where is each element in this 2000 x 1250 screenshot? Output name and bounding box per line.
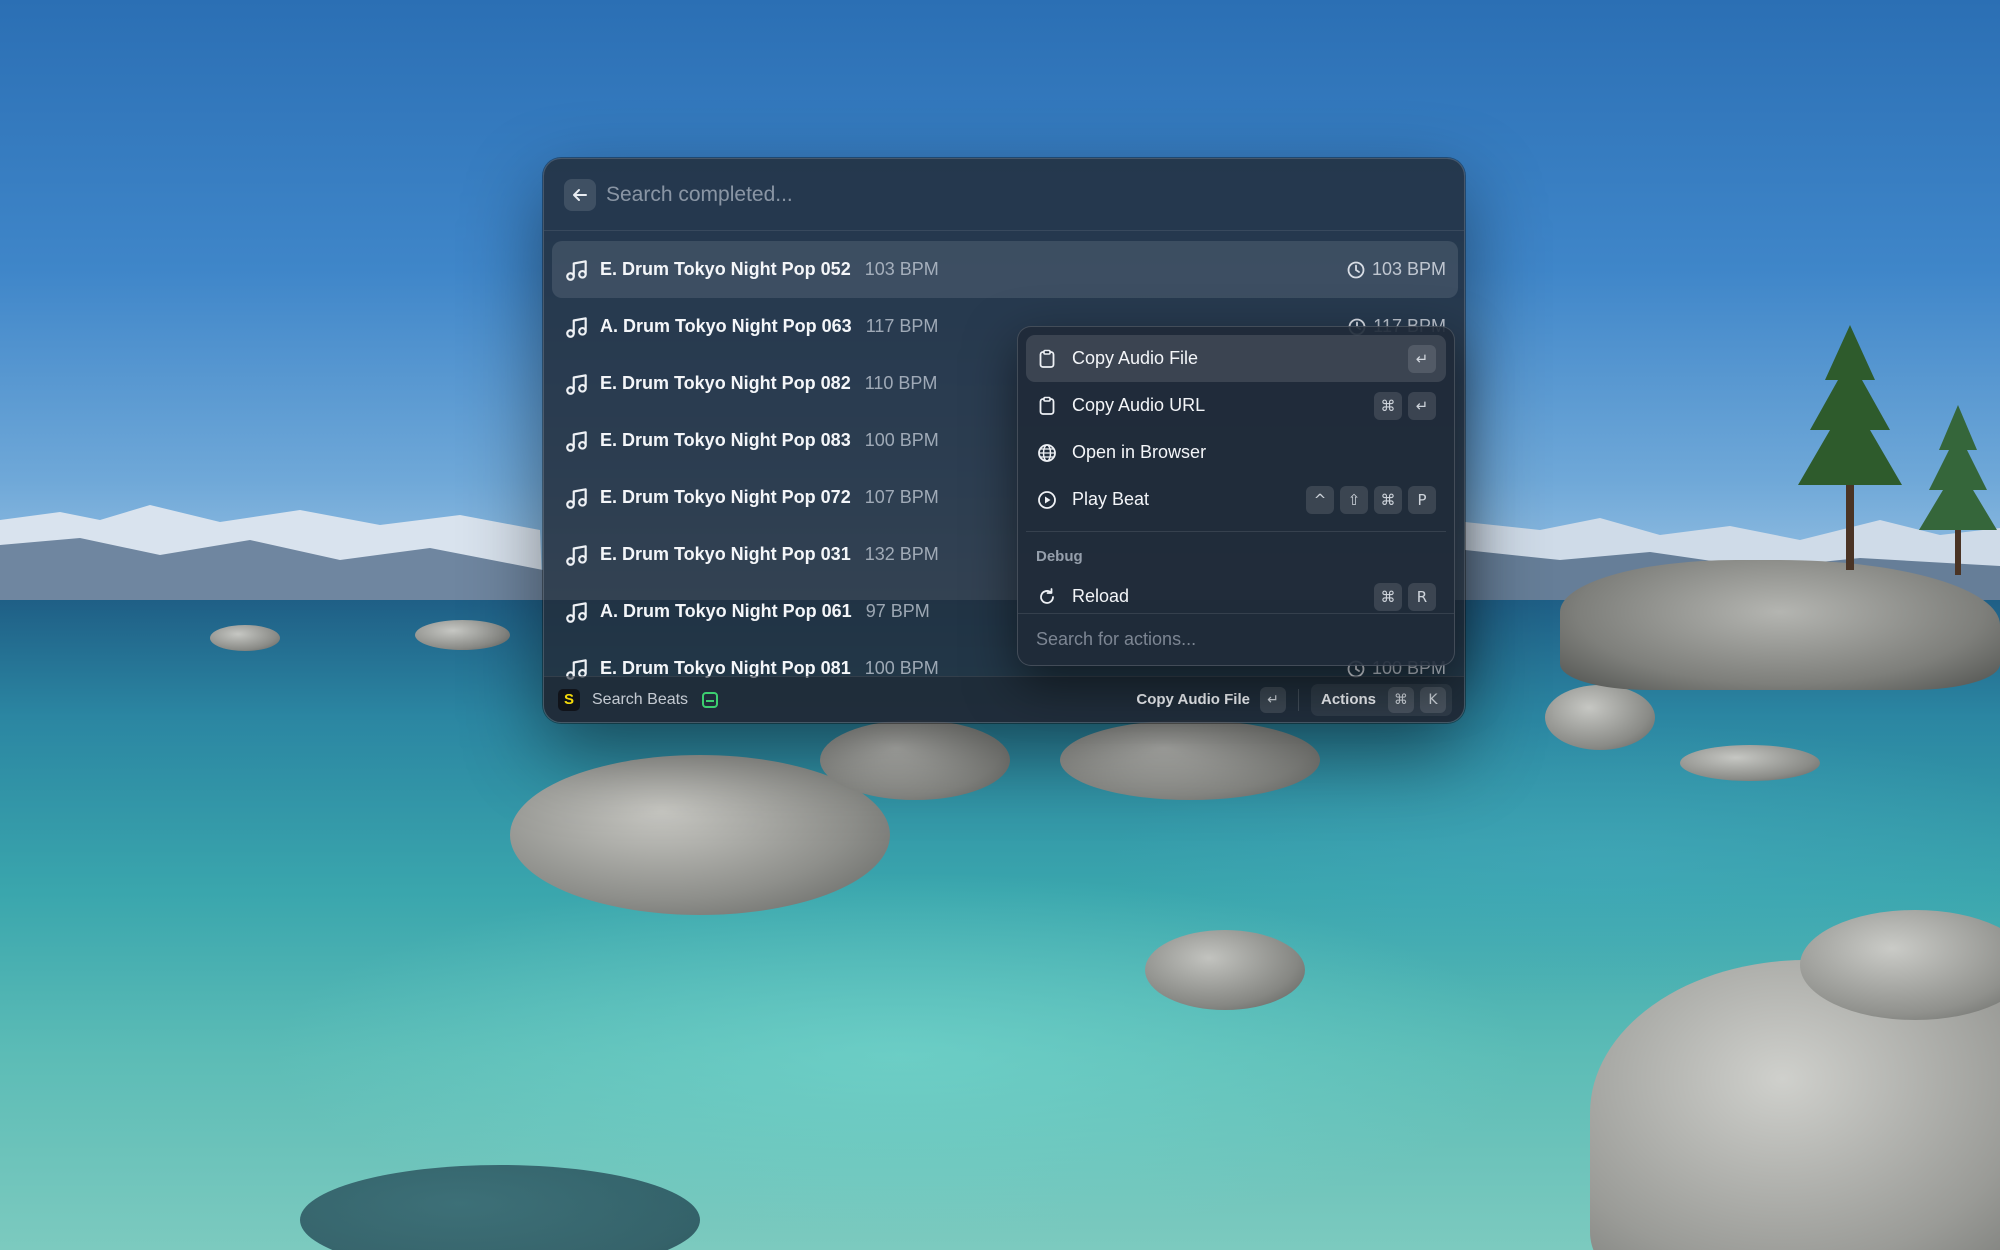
action-item[interactable]: Play Beat ^ ⇧ ⌘ P — [1026, 476, 1446, 523]
arrow-left-icon — [573, 188, 587, 201]
item-title: E. Drum Tokyo Night Pop 072 — [600, 487, 851, 507]
actions-key-cmd: ⌘ — [1388, 686, 1414, 713]
extension-logo: S — [558, 688, 580, 711]
item-title: A. Drum Tokyo Night Pop 061 — [600, 601, 852, 621]
footer-divider — [1297, 688, 1299, 711]
item-subtitle: 117 BPM — [865, 316, 939, 336]
action-search-input[interactable] — [1036, 629, 1454, 650]
item-title: E. Drum Tokyo Night Pop 031 — [600, 544, 851, 564]
item-subtitle: 110 BPM — [864, 373, 938, 393]
music-note-icon — [564, 599, 590, 625]
action-item[interactable]: Copy Audio File ↵ — [1026, 335, 1446, 382]
search-input[interactable] — [606, 182, 1464, 207]
clipboard-icon — [1036, 395, 1058, 417]
item-subtitle: 103 BPM — [864, 259, 939, 279]
shortcut-key: ^ — [1306, 485, 1334, 514]
music-note-icon — [564, 542, 590, 568]
reload-icon — [1036, 586, 1058, 608]
shortcut-key: ⌘ — [1374, 391, 1402, 420]
item-subtitle: 100 BPM — [864, 430, 939, 450]
action-label: Copy Audio URL — [1072, 395, 1206, 415]
back-button[interactable] — [564, 178, 596, 211]
action-label: Open in Browser — [1072, 442, 1207, 462]
item-subtitle: 107 BPM — [864, 487, 939, 507]
action-search-bar — [1018, 613, 1454, 665]
action-panel: Copy Audio File ↵ Copy Audio URL ⌘ ↵ Open in … — [1017, 326, 1455, 666]
action-list: Copy Audio File ↵ Copy Audio URL ⌘ ↵ Open in … — [1026, 335, 1446, 615]
dev-mode-icon — [702, 691, 719, 708]
item-title: E. Drum Tokyo Night Pop 052 — [600, 259, 851, 279]
shortcut-key: R — [1408, 582, 1436, 611]
item-subtitle: 97 BPM — [865, 601, 930, 621]
shortcut-key: ↵ — [1408, 344, 1436, 373]
shortcut-keys: ↵ — [1408, 344, 1436, 373]
wallpaper-rock — [1680, 745, 1820, 781]
wallpaper-rock — [1560, 560, 2000, 690]
action-label: Play Beat — [1072, 489, 1150, 509]
item-accessory: 103 BPM — [1346, 241, 1446, 298]
shortcut-key: ⌘ — [1374, 582, 1402, 611]
wallpaper-rock — [415, 620, 510, 650]
wallpaper-rock — [1060, 720, 1320, 800]
wallpaper-rock — [1545, 685, 1655, 750]
actions-button[interactable]: Actions ⌘ K — [1310, 683, 1452, 716]
primary-action-label[interactable]: Copy Audio File — [1136, 691, 1250, 708]
footer-bar: S Search Beats Copy Audio File ↵ Actions… — [544, 676, 1464, 722]
item-title: E. Drum Tokyo Night Pop 083 — [600, 430, 851, 450]
item-subtitle: 132 BPM — [864, 544, 939, 564]
actions-label: Actions — [1320, 691, 1376, 708]
action-label: Reload — [1072, 586, 1130, 606]
wallpaper-tree — [1798, 325, 1902, 570]
actions-key-k: K — [1420, 686, 1446, 713]
list-item[interactable]: E. Drum Tokyo Night Pop 052 103 BPM 103 BP… — [552, 241, 1458, 298]
wallpaper-tree — [1919, 405, 1997, 575]
extension-name: Search Beats — [592, 690, 689, 708]
music-note-icon — [564, 485, 590, 511]
shortcut-key: ⇧ — [1340, 485, 1368, 514]
shortcut-keys: ^ ⇧ ⌘ P — [1306, 485, 1436, 514]
item-title: E. Drum Tokyo Night Pop 082 — [600, 373, 851, 393]
primary-action-key: ↵ — [1259, 686, 1286, 713]
section-divider — [1026, 531, 1446, 532]
music-note-icon — [564, 428, 590, 454]
shortcut-key: P — [1408, 485, 1436, 514]
music-note-icon — [564, 257, 590, 283]
item-accessory-text: 103 BPM — [1371, 259, 1446, 279]
clock-icon — [1346, 260, 1366, 280]
wallpaper-rock — [210, 625, 280, 651]
wallpaper-rock — [820, 720, 1010, 800]
search-bar — [544, 159, 1464, 231]
action-item[interactable]: Copy Audio URL ⌘ ↵ — [1026, 382, 1446, 429]
play-circle-icon — [1036, 489, 1058, 511]
shortcut-keys: ⌘ R — [1374, 582, 1436, 611]
wallpaper-rock — [1145, 930, 1305, 1010]
shortcut-keys: ⌘ ↵ — [1374, 391, 1436, 420]
globe-icon — [1036, 442, 1058, 464]
shortcut-key: ↵ — [1408, 391, 1436, 420]
action-item[interactable]: Open in Browser — [1026, 429, 1446, 476]
music-note-icon — [564, 314, 590, 340]
section-title-debug: Debug — [1036, 548, 1083, 565]
shortcut-key: ⌘ — [1374, 485, 1402, 514]
action-label: Copy Audio File — [1072, 348, 1199, 368]
music-note-icon — [564, 371, 590, 397]
action-item[interactable]: Reload ⌘ R — [1026, 573, 1446, 615]
item-title: A. Drum Tokyo Night Pop 063 — [600, 316, 852, 336]
clipboard-icon — [1036, 348, 1058, 370]
